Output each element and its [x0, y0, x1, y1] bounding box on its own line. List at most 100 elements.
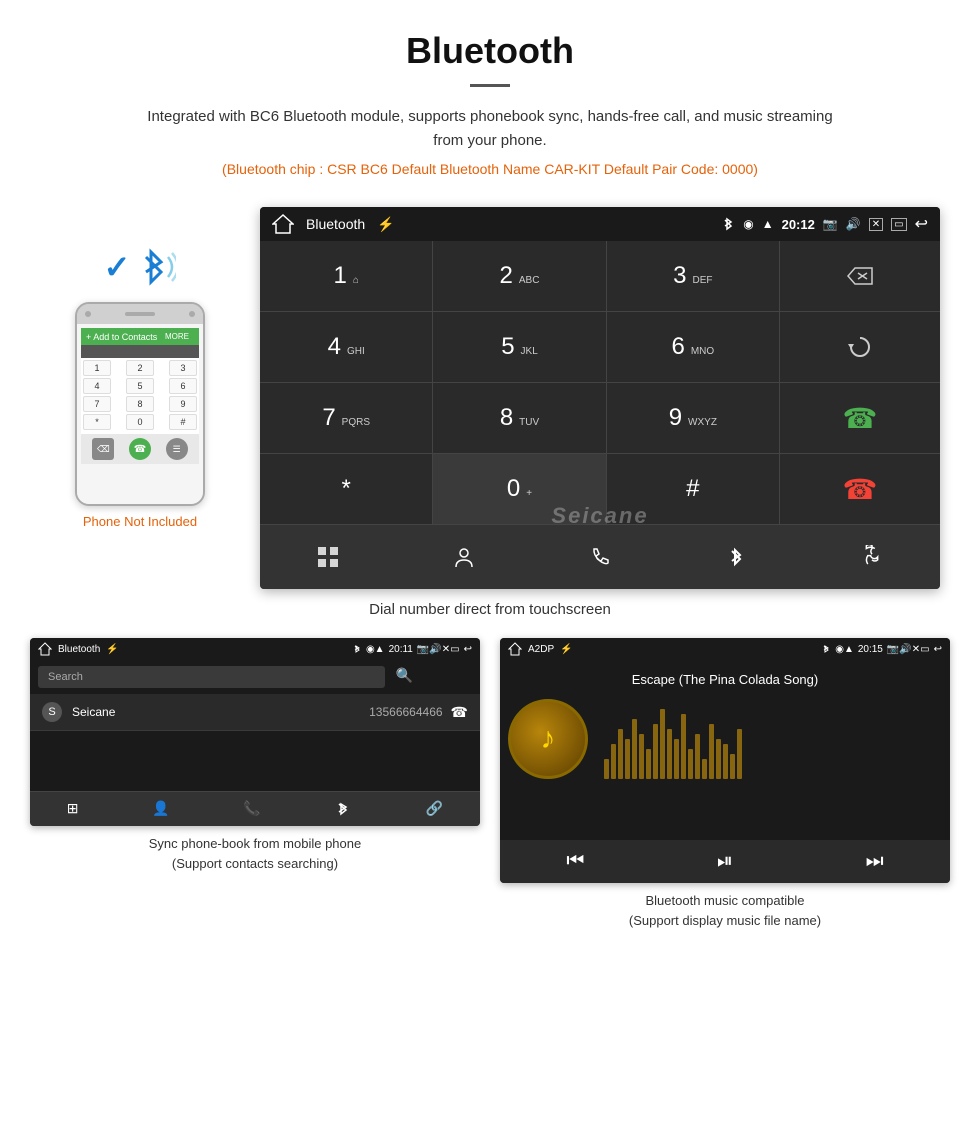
refresh-icon [847, 334, 873, 360]
phone-mockup-container: ✓ + Add to Contacts MORE [40, 207, 240, 529]
dialpad-row-3: 7PQRS 8TUV 9WXYZ [260, 383, 779, 454]
waveform-bar [702, 759, 707, 779]
nav-link-btn[interactable] [847, 537, 897, 577]
phone-key-hash[interactable]: # [169, 414, 197, 430]
music-title: A2DP [528, 644, 554, 655]
phone-icon [588, 545, 612, 569]
waveform-bar [737, 729, 742, 779]
phone-key-7[interactable]: 7 [83, 396, 111, 412]
car-status-left: Bluetooth ⚡ [272, 213, 395, 235]
phonebook-nav-phone[interactable]: 📞 [243, 800, 260, 818]
phone-key-9[interactable]: 9 [169, 396, 197, 412]
waveform-bar [681, 714, 686, 779]
phonebook-back[interactable]: ↩ [464, 644, 472, 655]
bluetooth-signal-icon [136, 247, 176, 287]
phone-key-4[interactable]: 4 [83, 378, 111, 394]
phonebook-nav-grid[interactable]: ⊞ [67, 800, 79, 818]
waveform-bar [667, 729, 672, 779]
nav-bt-btn[interactable] [711, 537, 761, 577]
phone-key-0[interactable]: 0 [126, 414, 154, 430]
phone-speaker [125, 312, 155, 316]
key-4[interactable]: 4GHI [260, 312, 433, 382]
phone-bottom-row: ⌫ ☎ ☰ [81, 434, 199, 464]
key-3[interactable]: 3DEF [607, 241, 779, 311]
refresh-btn[interactable] [780, 312, 940, 383]
music-bt-status [821, 644, 831, 654]
phonebook-nav-link[interactable]: 🔗 [426, 800, 443, 818]
call-green-icon: ☎ [843, 402, 878, 435]
key-star[interactable]: * [260, 454, 433, 524]
key-2[interactable]: 2ABC [433, 241, 606, 311]
bottom-screenshots: Bluetooth ⚡ ◉▲ 20:11 📷🔊✕▭ ↩ Search 🔍 [0, 638, 980, 954]
key-1[interactable]: 1⌂ [260, 241, 433, 311]
dialpad-row-2: 4GHI 5JKL 6MNO [260, 312, 779, 383]
phonebook-search-input[interactable]: Search [38, 666, 385, 688]
status-camera-icon: 📷 [823, 217, 838, 231]
phone-delete-btn[interactable]: ⌫ [92, 438, 114, 460]
key-7[interactable]: 7PQRS [260, 383, 433, 453]
next-btn[interactable]: ⏭ [866, 850, 884, 873]
back-arrow-icon[interactable]: ↩ [915, 214, 928, 234]
prev-btn[interactable]: ⏮ [566, 850, 584, 873]
dialpad-row-1: 1⌂ 2ABC 3DEF [260, 241, 779, 312]
key-hash[interactable]: # [607, 454, 779, 524]
phonebook-caption-line1: Sync phone-book from mobile phone [149, 836, 361, 851]
contact-entry[interactable]: S Seicane 13566664466 ☎ [30, 694, 480, 731]
link-icon [860, 545, 884, 569]
contact-phone-icon[interactable]: ☎ [451, 704, 468, 721]
music-controls: ⏮ ⏯ ⏭ [500, 840, 950, 883]
backspace-icon [846, 266, 874, 286]
key-6[interactable]: 6MNO [607, 312, 779, 382]
phone-key-star[interactable]: * [83, 414, 111, 430]
phone-row-4: * 0 # [83, 414, 197, 430]
phonebook-nav-bar: ⊞ 👤 📞 🔗 [30, 791, 480, 826]
phonebook-status-right: ◉▲ 20:11 📷🔊✕▭ ↩ [352, 644, 472, 655]
home-icon[interactable] [272, 213, 294, 235]
phone-contacts-btn[interactable]: ☰ [166, 438, 188, 460]
waveform-bar [730, 754, 735, 779]
status-window-icon: ▭ [891, 218, 906, 231]
phonebook-nav-person[interactable]: 👤 [152, 800, 169, 818]
bluetooth-icon: ✓ [104, 248, 131, 286]
music-caption: Bluetooth music compatible (Support disp… [629, 883, 821, 934]
music-signal: ◉▲ [835, 644, 854, 655]
call-answer-btn[interactable]: ☎ [780, 383, 940, 454]
key-9[interactable]: 9WXYZ [607, 383, 779, 453]
phone-number-display [81, 345, 199, 358]
phone-call-btn[interactable]: ☎ [129, 438, 151, 460]
phone-key-3[interactable]: 3 [169, 360, 197, 376]
search-icon[interactable]: 🔍 [396, 667, 413, 683]
phone-screen-header: + Add to Contacts MORE [81, 328, 199, 345]
waveform-bar [688, 749, 693, 779]
phonebook-spacer [30, 731, 480, 791]
status-signal-icon: ▲ [762, 217, 774, 231]
phone-key-8[interactable]: 8 [126, 396, 154, 412]
music-caption-line2: (Support display music file name) [629, 913, 821, 928]
music-back[interactable]: ↩ [934, 644, 942, 655]
key-0[interactable]: 0+ [433, 454, 606, 524]
nav-person-btn[interactable] [439, 537, 489, 577]
phonebook-caption: Sync phone-book from mobile phone (Suppo… [149, 826, 361, 877]
phone-key-5[interactable]: 5 [126, 378, 154, 394]
phone-key-2[interactable]: 2 [126, 360, 154, 376]
phonebook-home-icon [38, 642, 52, 656]
backspace-btn[interactable] [780, 241, 940, 312]
key-8[interactable]: 8TUV [433, 383, 606, 453]
phone-key-1[interactable]: 1 [83, 360, 111, 376]
phonebook-nav-bt[interactable] [334, 800, 352, 818]
nav-grid-btn[interactable] [303, 537, 353, 577]
nav-phone-btn[interactable] [575, 537, 625, 577]
phone-row-3: 7 8 9 [83, 396, 197, 412]
music-home-icon [508, 642, 522, 656]
phone-row-2: 4 5 6 [83, 378, 197, 394]
call-end-btn[interactable]: ☎ [780, 454, 940, 524]
phonebook-time: 20:11 [389, 644, 413, 655]
person-icon [452, 545, 476, 569]
phone-key-6[interactable]: 6 [169, 378, 197, 394]
phonebook-search-area: Search 🔍 [30, 660, 480, 694]
waveform-bar [625, 739, 630, 779]
key-5[interactable]: 5JKL [433, 312, 606, 382]
main-screenshot-area: ✓ + Add to Contacts MORE [0, 187, 980, 589]
play-pause-btn[interactable]: ⏯ [717, 850, 733, 873]
phonebook-icons: 📷🔊✕▭ [417, 644, 460, 655]
